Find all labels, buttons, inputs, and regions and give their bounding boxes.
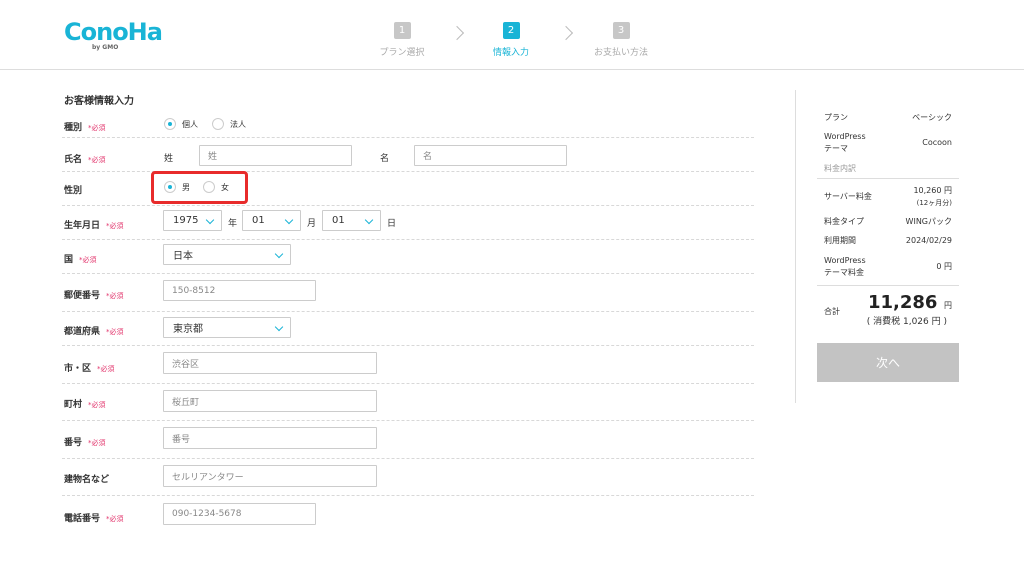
step-number: 3 xyxy=(612,22,630,39)
chevron-right-icon xyxy=(449,25,465,41)
required-mark: *必須 xyxy=(106,515,124,523)
logo-sub: by GMO xyxy=(92,44,119,51)
required-mark: *必須 xyxy=(88,439,106,447)
day-unit: 日 xyxy=(387,219,397,229)
step-info-input: 2 情報入力 xyxy=(471,18,551,58)
field-label: 性別 xyxy=(64,186,83,196)
country-select[interactable]: 日本 xyxy=(163,244,291,265)
row-birthday: 生年月日 *必須 1975 年 01 月 01 日 xyxy=(62,206,754,240)
required-mark: *必須 xyxy=(106,328,124,336)
field-label: 番号 *必須 xyxy=(64,438,106,448)
row-prefecture: 都道府県 *必須 東京都 xyxy=(62,312,754,346)
mei-label: 名 xyxy=(380,154,390,164)
required-mark: *必須 xyxy=(106,222,124,230)
step-label: 情報入力 xyxy=(492,48,529,58)
next-button[interactable]: 次へ xyxy=(817,343,959,382)
row-postal: 郵便番号 *必須 150-8512 xyxy=(62,274,754,312)
row-phone: 電話番号 *必須 090-1234-5678 xyxy=(62,496,754,534)
total-amount: 11,286 xyxy=(867,292,938,313)
chevron-down-icon xyxy=(205,215,215,225)
birth-month-select[interactable]: 01 xyxy=(242,210,301,231)
field-label: 氏名 *必須 xyxy=(64,155,106,165)
birth-day-select[interactable]: 01 xyxy=(322,210,381,231)
row-building: 建物名など セルリアンタワー xyxy=(62,459,754,496)
postal-code-input[interactable]: 150-8512 xyxy=(163,280,316,301)
chevron-down-icon xyxy=(274,249,284,259)
logo-text: ConoHa xyxy=(64,18,163,46)
step-number: 2 xyxy=(502,22,520,39)
radio-checked-icon xyxy=(164,118,176,130)
field-label: 都道府県 *必須 xyxy=(64,327,124,337)
chevron-down-icon xyxy=(274,322,284,332)
step-label: お支払い方法 xyxy=(593,48,648,58)
row-type: 種別 *必須 個人 法人 xyxy=(62,112,754,138)
row-country: 国 *必須 日本 xyxy=(62,240,754,274)
field-label: 電話番号 *必須 xyxy=(64,514,124,524)
row-name: 氏名 *必須 姓 姓 名 名 xyxy=(62,138,754,172)
required-mark: *必須 xyxy=(97,365,115,373)
conoha-logo[interactable]: ConoHa by GMO xyxy=(64,18,163,54)
gender-highlight-box xyxy=(151,171,248,204)
radio-corporate[interactable]: 法人 xyxy=(212,118,246,130)
phone-input[interactable]: 090-1234-5678 xyxy=(163,503,316,525)
tax-note: ( 消費税 1,026 円 ) xyxy=(866,317,947,327)
field-label: 町村 *必須 xyxy=(64,400,106,410)
town-input[interactable]: 桜丘町 xyxy=(163,390,377,412)
field-label: 生年月日 *必須 xyxy=(64,221,124,231)
form-title: お客様情報入力 xyxy=(64,96,134,107)
radio-unchecked-icon xyxy=(212,118,224,130)
summary-divider xyxy=(817,178,959,179)
step-payment: 3 お支払い方法 xyxy=(581,18,661,58)
required-mark: *必須 xyxy=(106,292,124,300)
chevron-right-icon xyxy=(558,25,574,41)
field-label: 郵便番号 *必須 xyxy=(64,291,124,301)
building-input[interactable]: セルリアンタワー xyxy=(163,465,377,487)
required-mark: *必須 xyxy=(88,124,106,132)
field-label: 種別 *必須 xyxy=(64,123,106,133)
month-unit: 月 xyxy=(307,219,317,229)
first-name-input[interactable]: 名 xyxy=(414,145,567,166)
sidebar-divider xyxy=(795,90,796,403)
sei-label: 姓 xyxy=(164,154,174,164)
field-label: 市・区 *必須 xyxy=(64,364,115,374)
city-input[interactable]: 渋谷区 xyxy=(163,352,377,374)
row-number: 番号 *必須 番号 xyxy=(62,421,754,459)
chevron-down-icon xyxy=(284,215,294,225)
chevron-down-icon xyxy=(364,215,374,225)
year-unit: 年 xyxy=(228,219,238,229)
required-mark: *必須 xyxy=(88,401,106,409)
required-mark: *必須 xyxy=(88,156,106,164)
row-city: 市・区 *必須 渋谷区 xyxy=(62,346,754,384)
step-label: プラン選択 xyxy=(379,48,425,58)
step-plan-select: 1 プラン選択 xyxy=(362,18,442,58)
address-number-input[interactable]: 番号 xyxy=(163,427,377,449)
prefecture-select[interactable]: 東京都 xyxy=(163,317,291,338)
field-label: 建物名など xyxy=(64,475,110,485)
field-label: 国 *必須 xyxy=(64,255,97,265)
birth-year-select[interactable]: 1975 xyxy=(163,210,222,231)
step-number: 1 xyxy=(393,22,411,39)
required-mark: *必須 xyxy=(79,256,97,264)
row-town: 町村 *必須 桜丘町 xyxy=(62,384,754,421)
summary-divider xyxy=(817,285,959,286)
last-name-input[interactable]: 姓 xyxy=(199,145,352,166)
radio-individual[interactable]: 個人 xyxy=(164,118,198,130)
header: ConoHa by GMO 1 プラン選択 2 情報入力 3 お支払い方法 xyxy=(0,0,1024,70)
